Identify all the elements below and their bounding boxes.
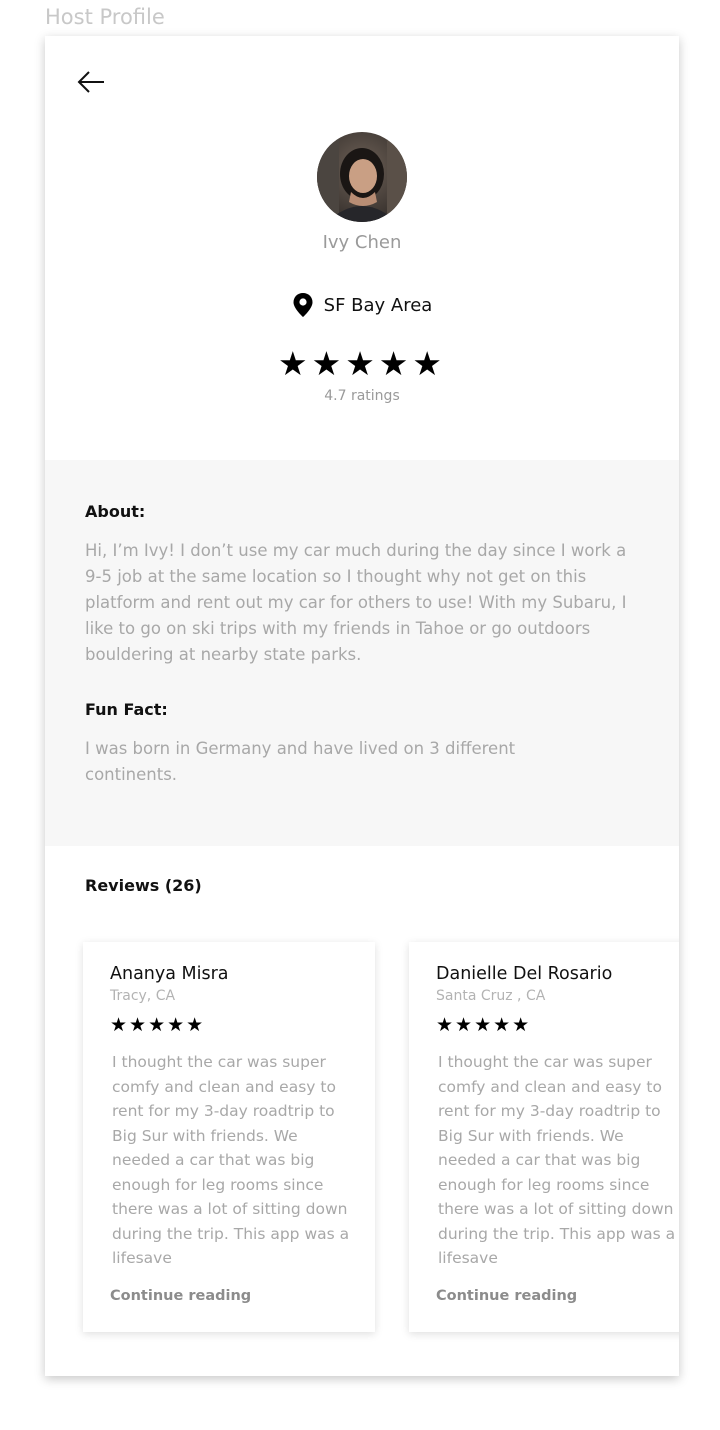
review-text: I thought the car was super comfy and cl…	[438, 1053, 676, 1267]
review-stars: ★★★★★	[436, 1014, 532, 1036]
host-avatar	[317, 132, 407, 222]
location-label: SF Bay Area	[323, 294, 433, 316]
about-heading: About:	[85, 502, 146, 521]
reviewer-location: Santa Cruz , CA	[436, 988, 546, 1004]
avatar-photo	[317, 132, 407, 222]
continue-reading-link[interactable]: Continue reading	[110, 1288, 251, 1304]
review-card[interactable]: Ananya Misra Tracy, CA ★★★★★ I thought t…	[83, 942, 375, 1332]
back-button[interactable]	[75, 66, 107, 98]
rating-stars: ★★★★★	[278, 344, 446, 383]
reviews-heading: Reviews (26)	[85, 876, 202, 895]
reviewer-location: Tracy, CA	[110, 988, 176, 1004]
review-text: I thought the car was super comfy and cl…	[112, 1053, 350, 1267]
review-card[interactable]: Danielle Del Rosario Santa Cruz , CA ★★★…	[409, 942, 679, 1332]
arrow-left-icon	[77, 71, 104, 93]
continue-reading-link[interactable]: Continue reading	[436, 1288, 577, 1304]
reviewer-name: Danielle Del Rosario	[436, 964, 613, 984]
about-section: About: Hi, I’m Ivy! I don’t use my car m…	[45, 460, 679, 846]
host-location: SF Bay Area	[45, 292, 679, 318]
fun-fact-heading: Fun Fact:	[85, 700, 168, 719]
map-pin-icon	[293, 293, 313, 317]
host-name: Ivy Chen	[322, 232, 402, 253]
fun-fact-text: I was born in Germany and have lived on …	[85, 739, 516, 784]
review-stars: ★★★★★	[110, 1014, 206, 1036]
host-profile-screen: Ivy Chen SF Bay Area ★★★★★ 4.7 ratings A…	[45, 36, 679, 1376]
about-text: Hi, I’m Ivy! I don’t use my car much dur…	[85, 541, 627, 664]
reviewer-name: Ananya Misra	[110, 964, 229, 984]
ratings-count: 4.7 ratings	[324, 388, 400, 404]
frame-title: Host Profile	[45, 5, 165, 29]
